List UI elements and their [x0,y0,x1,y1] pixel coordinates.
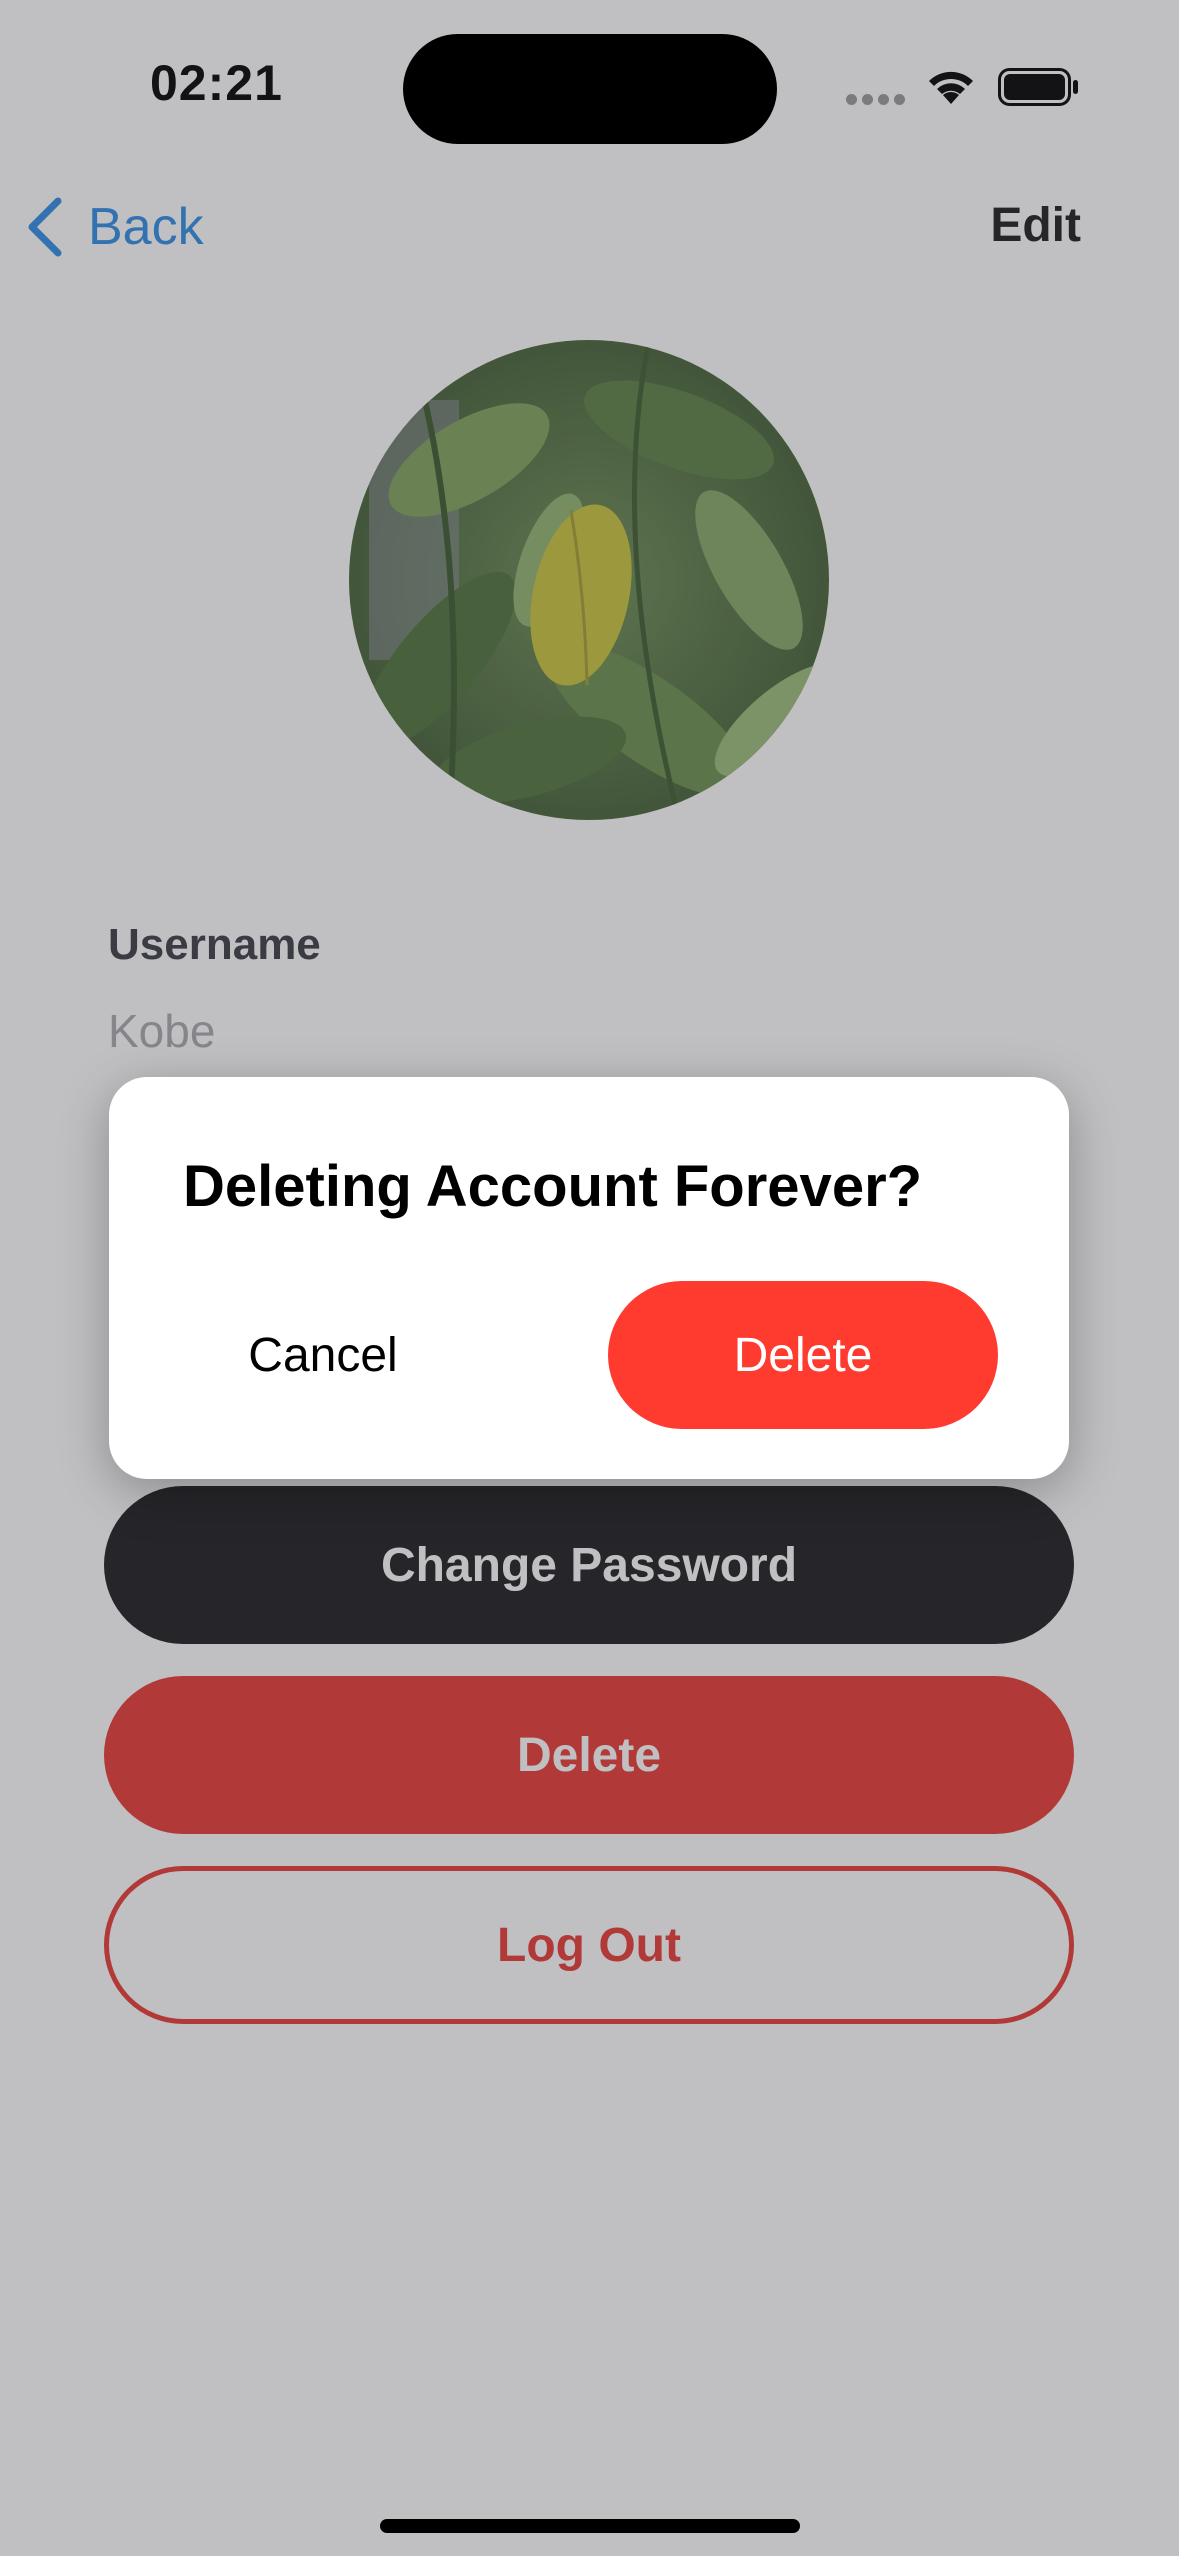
home-indicator[interactable] [380,2519,800,2533]
dynamic-island [403,34,777,144]
cancel-button[interactable]: Cancel [189,1281,457,1429]
profile-screen: 02:21 Back Edit Username Kobe Change Pas… [0,0,1179,2556]
delete-confirmation-dialog: Deleting Account Forever? Cancel Delete [109,1077,1069,1479]
confirm-delete-button[interactable]: Delete [608,1281,998,1429]
dialog-title: Deleting Account Forever? [183,1154,923,1219]
